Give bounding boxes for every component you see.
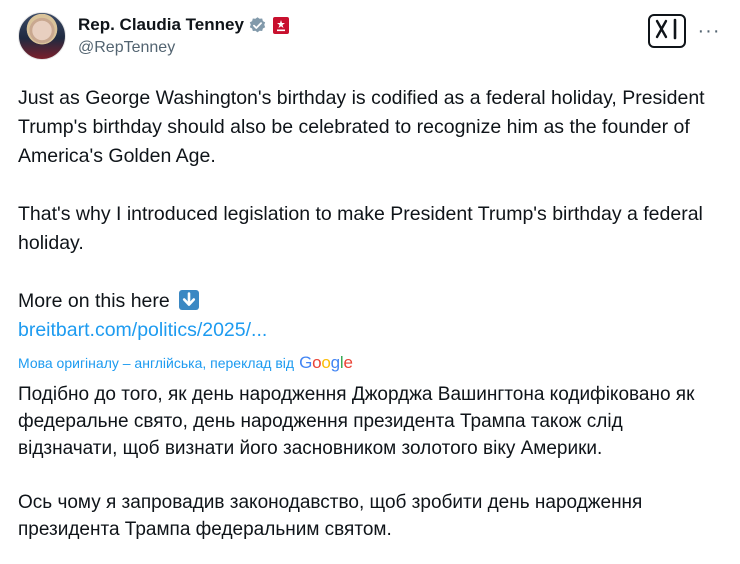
avatar[interactable] (18, 12, 66, 60)
more-options-icon: ··· (697, 19, 721, 42)
grok-button[interactable] (648, 14, 686, 48)
verified-badge-icon[interactable] (248, 16, 267, 35)
translated-text: Подібно до того, як день народження Джор… (18, 381, 722, 543)
google-logo-letter: g (330, 353, 340, 372)
tweet-paragraph: Just as George Washington's birthday is … (18, 87, 705, 167)
more-on-this-line: More on this here (18, 287, 722, 316)
author-display-name[interactable]: Rep. Claudia Tenney (78, 15, 244, 35)
more-options-button[interactable]: ··· (694, 18, 724, 44)
translated-paragraph: Подібно до того, як день народження Джор… (18, 384, 695, 459)
translated-paragraph: Ось чому я запровадив законодавство, щоб… (18, 492, 643, 540)
google-logo-letter: o (321, 353, 331, 372)
google-logo-letter: G (299, 353, 313, 372)
translation-notice[interactable]: Мова оригіналу – англійська, переклад ві… (18, 352, 353, 374)
article-link[interactable]: breitbart.com/politics/2025/... (18, 319, 267, 341)
author-handle[interactable]: @RepTenney (78, 39, 175, 57)
tweet-header: Rep. Claudia Tenney @RepTenney ··· (18, 12, 722, 62)
google-logo: Google (299, 353, 353, 373)
government-badge-icon[interactable] (272, 16, 289, 34)
translation-notice-label: Мова оригіналу – англійська, переклад ві… (18, 355, 295, 371)
tweet-body: Just as George Washington's birthday is … (18, 84, 722, 345)
google-logo-letter: e (343, 353, 353, 372)
google-logo-letter: o (312, 353, 322, 372)
tweet-paragraph: That's why I introduced legislation to m… (18, 203, 703, 254)
down-arrow-emoji-icon (179, 290, 200, 310)
author-name-row: Rep. Claudia Tenney (78, 14, 289, 36)
more-on-this-text: More on this here (18, 290, 170, 312)
xai-grok-icon (654, 18, 680, 45)
